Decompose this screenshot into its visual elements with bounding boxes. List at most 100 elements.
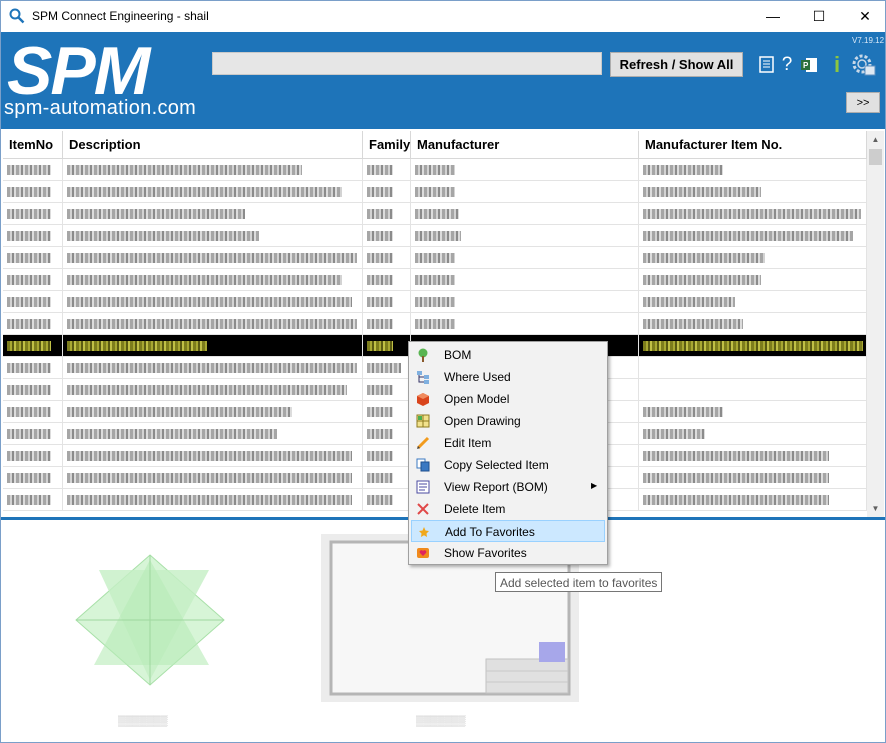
table-cell[interactable]	[639, 379, 867, 401]
search-input[interactable]	[212, 52, 602, 75]
menu-item-copy-selected-item[interactable]: Copy Selected Item	[411, 454, 605, 476]
maximize-button[interactable]: ☐	[796, 1, 842, 31]
settings-user-icon[interactable]	[851, 54, 877, 76]
model-preview-image[interactable]	[69, 550, 231, 690]
table-cell[interactable]	[63, 357, 363, 379]
help-icon[interactable]: ?	[777, 54, 797, 76]
table-cell[interactable]	[3, 357, 63, 379]
table-row[interactable]	[3, 225, 867, 247]
table-cell[interactable]	[363, 181, 411, 203]
table-cell[interactable]	[63, 467, 363, 489]
menu-item-delete-item[interactable]: Delete Item	[411, 498, 605, 520]
table-cell[interactable]	[63, 225, 363, 247]
column-header-manufacturer-item-no[interactable]: Manufacturer Item No.	[639, 131, 867, 159]
table-cell[interactable]	[411, 247, 639, 269]
table-cell[interactable]	[3, 467, 63, 489]
scroll-down-icon[interactable]: ▼	[867, 500, 884, 517]
table-cell[interactable]	[3, 203, 63, 225]
table-cell[interactable]	[639, 423, 867, 445]
table-cell[interactable]	[639, 247, 867, 269]
scroll-up-icon[interactable]: ▲	[867, 131, 884, 148]
minimize-button[interactable]: —	[750, 1, 796, 31]
table-cell[interactable]	[363, 423, 411, 445]
menu-item-show-favorites[interactable]: Show Favorites	[411, 542, 605, 564]
table-row[interactable]	[3, 247, 867, 269]
table-cell[interactable]	[63, 445, 363, 467]
table-cell[interactable]	[411, 313, 639, 335]
table-cell[interactable]	[411, 181, 639, 203]
table-cell[interactable]	[639, 291, 867, 313]
table-cell[interactable]	[63, 203, 363, 225]
table-cell[interactable]	[363, 159, 411, 181]
table-cell[interactable]	[639, 489, 867, 511]
menu-item-view-report-bom[interactable]: View Report (BOM) ▶	[411, 476, 605, 498]
column-header-itemno[interactable]: ItemNo	[3, 131, 63, 159]
table-cell[interactable]	[63, 401, 363, 423]
table-row[interactable]	[3, 291, 867, 313]
table-cell[interactable]	[3, 445, 63, 467]
menu-item-bom[interactable]: BOM	[411, 344, 605, 366]
table-cell[interactable]	[63, 159, 363, 181]
table-cell[interactable]	[363, 269, 411, 291]
menu-item-edit-item[interactable]: Edit Item	[411, 432, 605, 454]
column-header-manufacturer[interactable]: Manufacturer	[411, 131, 639, 159]
table-cell[interactable]	[411, 203, 639, 225]
table-row[interactable]	[3, 203, 867, 225]
table-cell[interactable]	[639, 203, 867, 225]
table-cell[interactable]	[63, 247, 363, 269]
table-cell[interactable]	[363, 357, 411, 379]
table-cell[interactable]	[363, 489, 411, 511]
table-cell[interactable]	[3, 489, 63, 511]
column-header-family[interactable]: Family	[363, 131, 411, 159]
table-cell[interactable]	[639, 445, 867, 467]
menu-item-open-drawing[interactable]: Open Drawing	[411, 410, 605, 432]
table-cell[interactable]	[639, 181, 867, 203]
table-cell[interactable]	[411, 225, 639, 247]
info-icon[interactable]: i	[827, 52, 847, 77]
table-cell[interactable]	[63, 489, 363, 511]
table-cell[interactable]	[3, 401, 63, 423]
table-cell[interactable]	[411, 291, 639, 313]
table-cell[interactable]	[3, 269, 63, 291]
table-cell[interactable]	[3, 225, 63, 247]
table-cell[interactable]	[3, 335, 63, 357]
table-cell[interactable]	[363, 291, 411, 313]
table-row[interactable]	[3, 181, 867, 203]
table-cell[interactable]	[63, 423, 363, 445]
refresh-show-all-button[interactable]: Refresh / Show All	[610, 52, 743, 77]
grid-scrollbar[interactable]: ▲ ▼	[867, 131, 884, 517]
table-cell[interactable]	[363, 247, 411, 269]
table-cell[interactable]	[363, 379, 411, 401]
table-cell[interactable]	[3, 159, 63, 181]
table-cell[interactable]	[639, 313, 867, 335]
table-cell[interactable]	[3, 313, 63, 335]
table-row[interactable]	[3, 159, 867, 181]
table-cell[interactable]	[63, 269, 363, 291]
project-icon[interactable]: P	[799, 54, 819, 76]
close-button[interactable]: ✕	[842, 1, 885, 31]
table-cell[interactable]	[639, 269, 867, 291]
table-cell[interactable]	[639, 357, 867, 379]
table-cell[interactable]	[363, 203, 411, 225]
table-cell[interactable]	[63, 291, 363, 313]
table-cell[interactable]	[363, 335, 411, 357]
table-cell[interactable]	[411, 269, 639, 291]
table-cell[interactable]	[411, 159, 639, 181]
menu-item-add-to-favorites[interactable]: Add To Favorites	[411, 520, 605, 542]
expand-button[interactable]: >>	[846, 92, 880, 113]
table-cell[interactable]	[63, 181, 363, 203]
table-row[interactable]	[3, 269, 867, 291]
table-row[interactable]	[3, 313, 867, 335]
table-cell[interactable]	[639, 225, 867, 247]
table-cell[interactable]	[363, 401, 411, 423]
table-cell[interactable]	[363, 313, 411, 335]
menu-item-where-used[interactable]: Where Used	[411, 366, 605, 388]
column-header-description[interactable]: Description	[63, 131, 363, 159]
table-cell[interactable]	[363, 225, 411, 247]
table-cell[interactable]	[3, 423, 63, 445]
table-cell[interactable]	[363, 445, 411, 467]
scroll-thumb[interactable]	[869, 149, 882, 165]
table-cell[interactable]	[639, 159, 867, 181]
report-icon[interactable]	[757, 54, 777, 76]
table-cell[interactable]	[63, 313, 363, 335]
